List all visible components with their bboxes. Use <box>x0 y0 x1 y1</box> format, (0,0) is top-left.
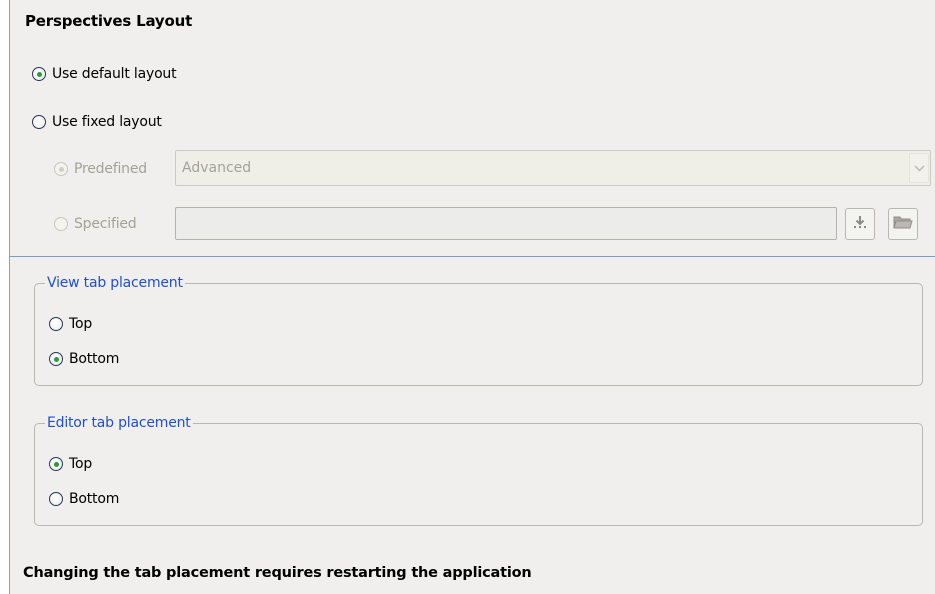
editor-tab-placement-group: Editor tab placement <box>34 415 923 526</box>
page-title: Perspectives Layout <box>25 12 193 30</box>
radio-indicator[interactable] <box>49 352 63 366</box>
download-icon <box>852 214 868 234</box>
editor-tab-placement-legend: Editor tab placement <box>47 415 191 431</box>
editor-tab-bottom-radio[interactable]: Bottom <box>49 491 119 507</box>
use-default-layout-radio[interactable]: Use default layout <box>32 66 177 82</box>
view-tab-top-radio[interactable]: Top <box>49 316 92 332</box>
specified-label: Specified <box>74 216 137 232</box>
predefined-layout-value: Advanced <box>182 160 252 176</box>
specified-radio[interactable]: Specified <box>54 216 137 232</box>
predefined-layout-select[interactable]: Advanced <box>175 150 931 186</box>
radio-indicator[interactable] <box>54 217 68 231</box>
predefined-radio[interactable]: Predefined <box>54 161 147 177</box>
specified-layout-field[interactable] <box>175 207 837 240</box>
use-fixed-layout-radio[interactable]: Use fixed layout <box>32 114 162 130</box>
view-tab-bottom-radio[interactable]: Bottom <box>49 351 119 367</box>
view-tab-bottom-label: Bottom <box>69 351 120 367</box>
radio-indicator[interactable] <box>49 457 63 471</box>
radio-indicator[interactable] <box>32 115 46 129</box>
use-fixed-layout-label: Use fixed layout <box>52 114 162 130</box>
section-separator <box>10 256 935 257</box>
radio-indicator[interactable] <box>54 162 68 176</box>
view-tab-placement-group: View tab placement <box>34 275 923 386</box>
import-layout-button[interactable] <box>845 208 875 240</box>
chevron-down-icon[interactable] <box>909 153 929 183</box>
radio-indicator[interactable] <box>32 67 46 81</box>
restart-notice: Changing the tab placement requires rest… <box>23 565 532 581</box>
editor-tab-top-radio[interactable]: Top <box>49 456 92 472</box>
editor-tab-top-label: Top <box>69 456 93 472</box>
browse-layout-button[interactable] <box>888 208 918 240</box>
use-default-layout-label: Use default layout <box>52 66 177 82</box>
radio-indicator[interactable] <box>49 492 63 506</box>
view-tab-top-label: Top <box>69 316 93 332</box>
folder-icon <box>893 214 913 234</box>
editor-tab-bottom-label: Bottom <box>69 491 120 507</box>
view-tab-placement-legend: View tab placement <box>47 275 183 291</box>
radio-indicator[interactable] <box>49 317 63 331</box>
predefined-label: Predefined <box>74 161 147 177</box>
preferences-panel: Perspectives Layout Use default layout U… <box>9 0 935 594</box>
